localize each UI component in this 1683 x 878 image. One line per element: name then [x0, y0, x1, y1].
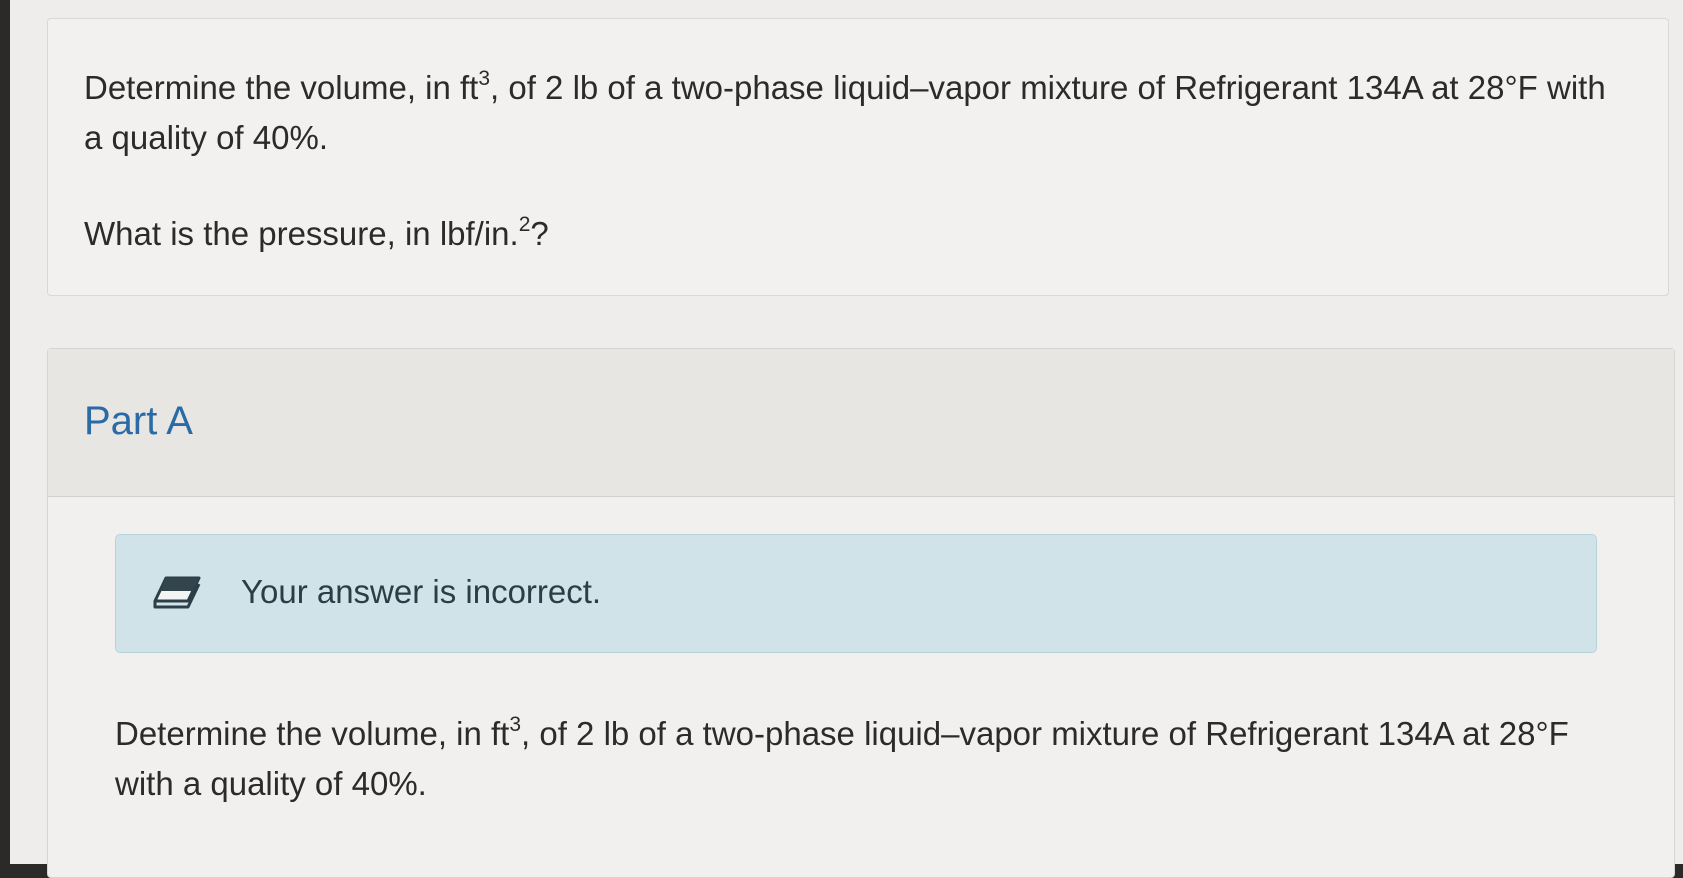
part-a-header[interactable]: Part A	[48, 349, 1674, 497]
volume-unit-exponent: 3	[478, 67, 491, 90]
feedback-message: Your answer is incorrect.	[241, 573, 602, 610]
answer-feedback-box: Your answer is incorrect.	[115, 534, 1597, 653]
pressure-question-end: ?	[530, 215, 549, 252]
part-a-question: Determine the volume, in ft3, of 2 lb of…	[115, 709, 1605, 809]
question-card: Determine the volume, in ft3, of 2 lb of…	[47, 18, 1669, 296]
question-text: Determine the volume, in ft3, of 2 lb of…	[84, 63, 1624, 163]
question-text-start: Determine the volume, in ft	[84, 69, 479, 106]
eraser-icon	[153, 576, 201, 609]
part-a-volume-unit-exponent: 3	[509, 713, 522, 736]
pressure-unit-exponent: 2	[518, 213, 531, 236]
part-a-title: Part A	[84, 399, 193, 443]
part-a-card: Part A Your answer is incorrect. Determi…	[47, 348, 1675, 878]
pressure-question: What is the pressure, in lbf/in.2?	[84, 209, 549, 259]
assignment-screen: Determine the volume, in ft3, of 2 lb of…	[10, 0, 1683, 878]
pressure-question-start: What is the pressure, in lbf/in.	[84, 215, 519, 252]
part-a-question-start: Determine the volume, in ft	[115, 715, 510, 752]
